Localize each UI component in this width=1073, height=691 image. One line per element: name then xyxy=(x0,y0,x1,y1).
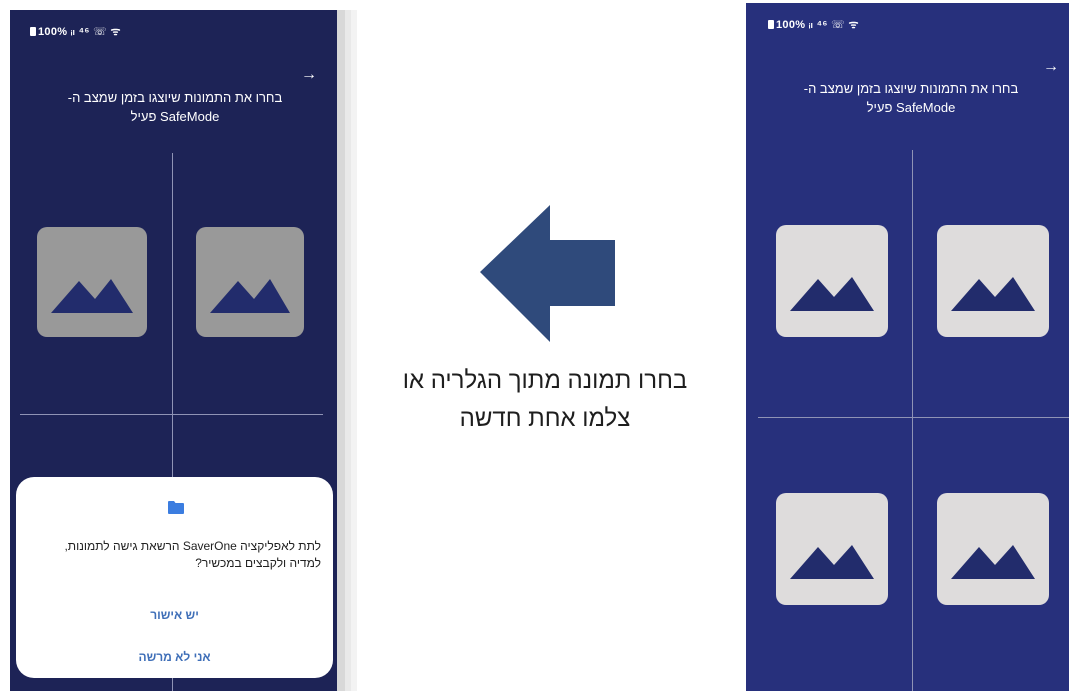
title-line-2: SafeMode פעיל xyxy=(866,100,956,115)
permission-dialog: לתת לאפליקציה SaverOne הרשאת גישה לתמונו… xyxy=(16,477,333,678)
image-icon xyxy=(790,277,874,311)
instruction-caption: בחרו תמונה מתוך הגלריה או צלמו אחת חדשה xyxy=(360,362,730,438)
title-line-1: בחרו את התמונות שיוצגו בזמן שמצב ה- xyxy=(803,81,1019,96)
grid-divider-horizontal xyxy=(758,417,1069,418)
image-placeholder-2[interactable] xyxy=(937,225,1049,337)
status-bar: 100% ᵢₗ ⁴⁶ ☏ ᯤ xyxy=(30,24,121,39)
permission-message: לתת לאפליקציה SaverOne הרשאת גישה לתמונו… xyxy=(30,538,321,572)
back-arrow-icon[interactable]: → xyxy=(1043,58,1059,76)
page-title: בחרו את התמונות שיוצגו בזמן שמצב ה- Safe… xyxy=(786,79,1036,117)
status-text: 100% ᵢₗ ⁴⁶ ☏ ᯤ xyxy=(776,19,859,31)
allow-button[interactable]: יש אישור xyxy=(16,608,333,622)
caption-line-2: צלמו אחת חדשה xyxy=(459,405,631,432)
battery-icon xyxy=(768,20,774,29)
status-bar: 100% ᵢₗ ⁴⁶ ☏ ᯤ xyxy=(768,17,859,32)
image-icon xyxy=(951,545,1035,579)
image-placeholder-2[interactable] xyxy=(196,227,304,337)
image-placeholder-3[interactable] xyxy=(776,493,888,605)
image-placeholder-4[interactable] xyxy=(937,493,1049,605)
image-placeholder-1[interactable] xyxy=(776,225,888,337)
permission-message-line-1: לתת לאפליקציה SaverOne הרשאת גישה לתמונו… xyxy=(64,539,321,553)
title-line-2: SafeMode פעיל xyxy=(130,109,220,124)
right-phone-screen: 100% ᵢₗ ⁴⁶ ☏ ᯤ → בחרו את התמונות שיוצגו … xyxy=(746,3,1069,691)
title-line-1: בחרו את התמונות שיוצגו בזמן שמצב ה- xyxy=(67,90,283,105)
caption-line-1: בחרו תמונה מתוך הגלריה או xyxy=(402,367,688,394)
battery-icon xyxy=(30,27,36,36)
image-icon xyxy=(951,277,1035,311)
grid-divider-horizontal xyxy=(20,414,323,415)
back-arrow-icon[interactable]: → xyxy=(301,66,317,84)
image-icon xyxy=(210,279,290,313)
image-icon xyxy=(790,545,874,579)
deny-button[interactable]: אני לא מרשה xyxy=(16,650,333,664)
image-placeholder-1[interactable] xyxy=(37,227,147,337)
permission-message-line-2: למדיה ולקבצים במכשיר? xyxy=(195,556,321,570)
image-icon xyxy=(51,279,133,313)
left-phone-screen: 100% ᵢₗ ⁴⁶ ☏ ᯤ → בחרו את התמונות שיוצגו … xyxy=(10,10,337,691)
folder-icon xyxy=(168,501,184,514)
page-title: בחרו את התמונות שיוצגו בזמן שמצב ה- Safe… xyxy=(50,88,300,126)
status-text: 100% ᵢₗ ⁴⁶ ☏ ᯤ xyxy=(38,26,121,38)
grid-divider-vertical xyxy=(912,150,913,691)
left-arrow-icon xyxy=(480,205,615,342)
